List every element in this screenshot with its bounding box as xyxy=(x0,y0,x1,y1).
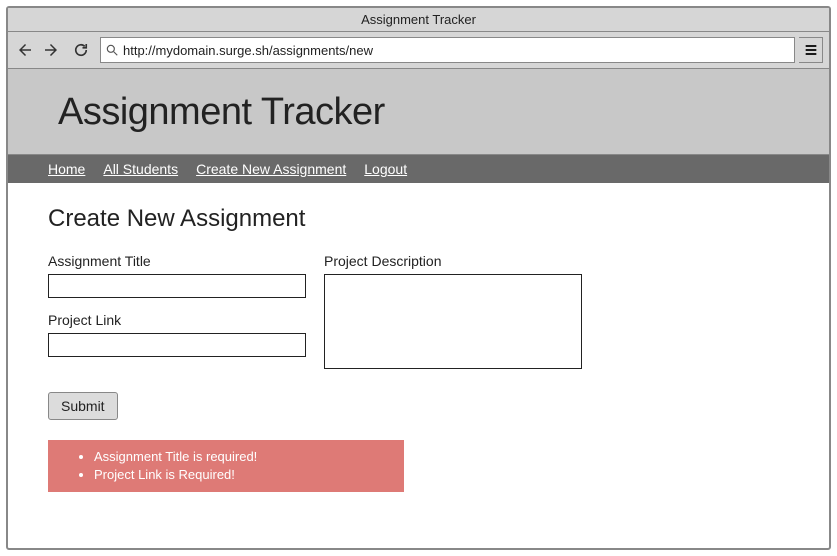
submit-button[interactable]: Submit xyxy=(48,392,118,420)
app-title: Assignment Tracker xyxy=(58,91,829,134)
browser-menu-button[interactable] xyxy=(799,37,823,63)
error-box: Assignment Title is required! Project Li… xyxy=(48,440,404,492)
url-bar[interactable] xyxy=(100,37,795,63)
field-project-description: Project Description xyxy=(324,253,582,374)
project-link-input[interactable] xyxy=(48,333,306,357)
app-header: Assignment Tracker xyxy=(8,69,829,155)
form-left-column: Assignment Title Project Link xyxy=(48,253,306,374)
assignment-title-label: Assignment Title xyxy=(48,253,306,269)
assignment-title-input[interactable] xyxy=(48,274,306,298)
project-description-label: Project Description xyxy=(324,253,582,269)
nav-logout[interactable]: Logout xyxy=(364,161,407,177)
url-input[interactable] xyxy=(119,43,790,58)
field-project-link: Project Link xyxy=(48,312,306,357)
search-icon xyxy=(105,43,119,57)
back-button[interactable] xyxy=(14,39,36,61)
arrow-left-icon xyxy=(16,41,34,59)
error-list: Assignment Title is required! Project Li… xyxy=(78,448,392,484)
page-content: Create New Assignment Assignment Title P… xyxy=(8,183,829,514)
browser-toolbar xyxy=(8,32,829,69)
nav-all-students[interactable]: All Students xyxy=(103,161,178,177)
window-title: Assignment Tracker xyxy=(8,8,829,32)
arrow-right-icon xyxy=(42,41,60,59)
form-right-column: Project Description xyxy=(324,253,582,374)
form-row: Assignment Title Project Link Project De… xyxy=(48,253,789,374)
forward-button[interactable] xyxy=(40,39,62,61)
navbar: Home All Students Create New Assignment … xyxy=(8,155,829,183)
project-link-label: Project Link xyxy=(48,312,306,328)
reload-button[interactable] xyxy=(70,39,92,61)
project-description-textarea[interactable] xyxy=(324,274,582,369)
hamburger-icon xyxy=(803,42,819,58)
nav-home[interactable]: Home xyxy=(48,161,85,177)
field-assignment-title: Assignment Title xyxy=(48,253,306,298)
error-item: Project Link is Required! xyxy=(94,466,392,484)
error-item: Assignment Title is required! xyxy=(94,448,392,466)
page-heading: Create New Assignment xyxy=(48,205,789,233)
nav-create-new-assignment[interactable]: Create New Assignment xyxy=(196,161,346,177)
browser-window: Assignment Tracker Assignment Tracker Ho… xyxy=(6,6,831,550)
reload-icon xyxy=(72,41,90,59)
